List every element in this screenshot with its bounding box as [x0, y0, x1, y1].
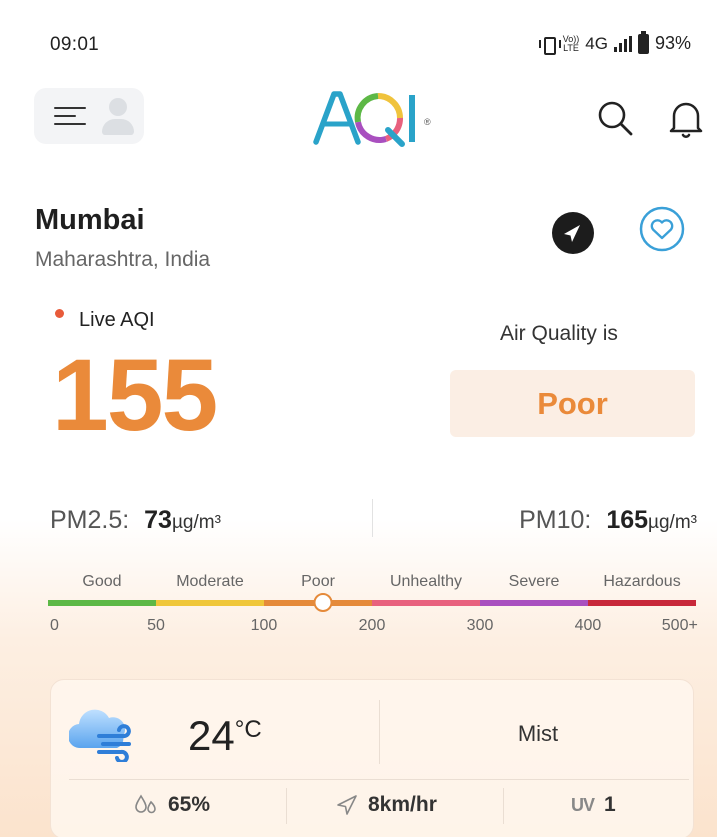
humidity-value: 65%	[168, 793, 211, 816]
status-indicators: Vo)) LTE 4G 93%	[538, 30, 691, 55]
weather-stat-divider	[286, 788, 287, 824]
pm10-unit: µg/m³	[648, 512, 697, 533]
vibrate-icon	[538, 35, 561, 55]
pm25-value: 73	[144, 506, 172, 534]
air-quality-label: Air Quality is	[500, 322, 618, 345]
scale-label-moderate: Moderate	[176, 573, 244, 590]
city-name: Mumbai	[35, 204, 145, 236]
registered-mark: ®	[424, 117, 430, 127]
region-name: Maharashtra, India	[35, 248, 211, 271]
humidity-stat: 65%	[134, 793, 210, 817]
scale-label-unhealthy: Unhealthy	[389, 573, 462, 590]
scale-label-poor: Poor	[301, 573, 335, 590]
scale-segment-hazardous	[588, 600, 696, 606]
wind-value: 8km/hr	[368, 793, 437, 816]
weather-card[interactable]: 24°C Mist 65% 8km/hr UV 1	[50, 679, 694, 837]
aqi-scale-marker	[313, 593, 333, 612]
scale-segment-unhealthy	[372, 600, 480, 606]
status-time: 09:01	[50, 34, 100, 55]
aqi-status-badge: Poor	[450, 370, 695, 437]
temperature-unit: °C	[234, 716, 262, 743]
battery-percent: 93%	[654, 33, 691, 53]
pollutant-row: PM2.5: 73µg/m³ PM10: 165µg/m³	[0, 495, 717, 545]
pm10-label: PM10:	[519, 506, 592, 534]
uv-value: 1	[604, 793, 616, 816]
battery-icon	[637, 30, 649, 54]
volte-bottom: LTE	[563, 42, 579, 53]
search-button[interactable]	[595, 98, 635, 138]
scale-segment-moderate	[156, 600, 264, 606]
search-icon	[598, 101, 633, 136]
live-aqi-label: Live AQI	[79, 309, 155, 331]
scale-label-severe: Severe	[508, 573, 560, 590]
scale-tick: 0	[50, 617, 59, 634]
status-bar: 09:01 Vo)) LTE 4G 93%	[0, 0, 717, 80]
menu-button[interactable]	[34, 88, 144, 144]
pm25-label: PM2.5:	[50, 506, 130, 534]
humidity-drops-icon	[135, 794, 156, 814]
weather-divider	[379, 700, 380, 764]
scale-tick: 500+	[661, 617, 698, 634]
volte-icon: Vo)) LTE	[563, 34, 580, 53]
temperature-value: 24	[188, 712, 235, 759]
bell-icon	[669, 102, 703, 138]
weather-condition: Mist	[517, 721, 559, 746]
scale-tick: 400	[574, 617, 602, 634]
aqi-value: 155	[52, 338, 218, 452]
navigation-arrow-icon	[564, 225, 580, 242]
navigate-button[interactable]	[552, 212, 594, 254]
pm10-reading: PM10: 165µg/m³	[519, 506, 697, 535]
heart-icon	[639, 206, 685, 252]
signal-icon	[613, 35, 632, 52]
weather-stat-divider	[503, 788, 504, 824]
uv-stat: UV 1	[571, 793, 616, 817]
wind-direction-icon	[337, 795, 357, 815]
hamburger-icon	[54, 107, 86, 125]
app-header: ®	[0, 80, 717, 160]
wind-stat: 8km/hr	[336, 793, 437, 817]
uv-icon: UV	[571, 794, 595, 815]
pm10-value: 165	[606, 506, 649, 534]
scale-tick: 100	[250, 617, 278, 634]
scale-tick: 300	[466, 617, 494, 634]
weather-divider	[69, 779, 689, 780]
temperature: 24°C	[188, 712, 262, 760]
aqi-scale-bar	[48, 600, 696, 606]
user-avatar-icon	[100, 96, 136, 136]
notifications-button[interactable]	[666, 98, 706, 138]
aqi-scale-labels: Good Moderate Poor Unhealthy Severe Haza…	[48, 573, 696, 595]
live-indicator-dot	[55, 309, 64, 318]
scale-segment-good	[48, 600, 156, 606]
scale-label-hazardous: Hazardous	[603, 573, 681, 590]
scale-tick: 50	[147, 617, 165, 634]
scale-label-good: Good	[82, 573, 122, 590]
pm25-reading: PM2.5: 73µg/m³	[50, 506, 221, 535]
scale-segment-severe	[480, 600, 588, 606]
aqi-scale-ticks: 0 50 100 200 300 400 500+	[48, 617, 698, 637]
aqi-logo: ®	[312, 86, 430, 147]
aqi-logo-graphic	[313, 91, 415, 147]
aqi-status-text: Poor	[537, 385, 608, 421]
pollutant-divider	[372, 499, 373, 537]
pm25-unit: µg/m³	[171, 512, 221, 533]
cloud-wind-icon	[67, 706, 135, 764]
network-type: 4G	[585, 33, 608, 53]
scale-tick: 200	[358, 617, 386, 634]
favorite-button[interactable]	[638, 205, 686, 253]
